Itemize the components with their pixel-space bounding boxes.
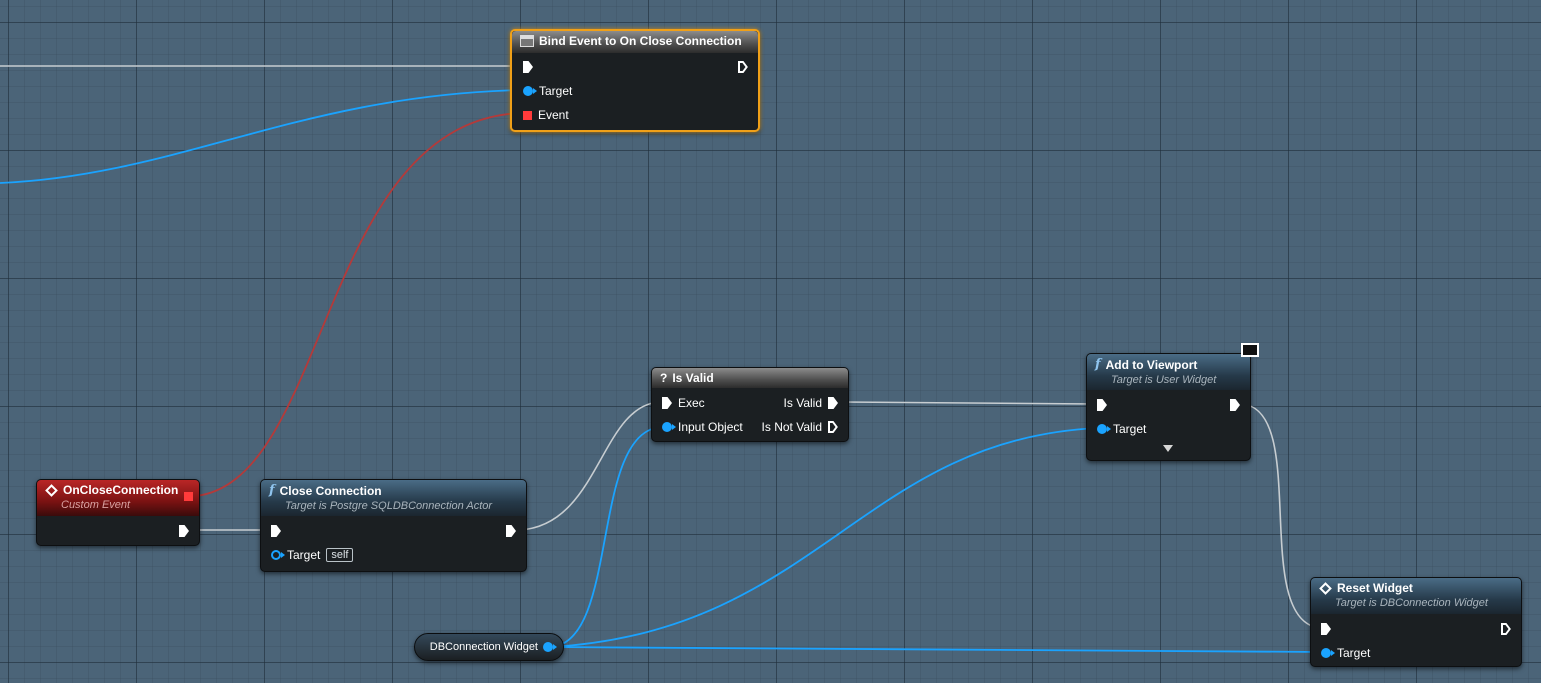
is-valid-exec-out-not-valid[interactable]: Is Not Valid — [762, 420, 838, 434]
reset-widget-exec-in[interactable] — [1321, 623, 1331, 635]
object-wire-in-bind-target — [0, 89, 523, 184]
pin-label: Target — [287, 548, 321, 562]
add-to-viewport-node[interactable]: f Add to Viewport Target is User Widget T… — [1086, 353, 1251, 461]
pin-label: Is Valid — [783, 396, 822, 410]
on-close-connection-header[interactable]: OnCloseConnection Custom Event — [37, 480, 199, 516]
close-connection-header[interactable]: f Close Connection Target is Postgre SQLD… — [261, 480, 526, 516]
reset-widget-header[interactable]: Reset Widget Target is DBConnection Widg… — [1311, 578, 1521, 614]
node-title: Add to Viewport — [1105, 357, 1198, 372]
exec-wire-isvalid-to-viewport — [841, 401, 1097, 405]
bind-event-event-pin[interactable]: Event — [523, 108, 569, 122]
event-icon — [1319, 581, 1332, 595]
pin-label: Input Object — [678, 420, 743, 434]
exec-pin-icon — [1097, 399, 1107, 411]
is-valid-exec-out-valid[interactable]: Is Valid — [784, 396, 838, 410]
delegate-wire — [195, 112, 523, 497]
monitor-icon — [1241, 343, 1259, 357]
is-valid-exec-in[interactable]: Exec — [662, 396, 705, 410]
add-to-viewport-header[interactable]: f Add to Viewport Target is User Widget — [1087, 354, 1250, 390]
bind-event-exec-out[interactable] — [738, 61, 748, 73]
on-close-connection-exec-out[interactable] — [179, 525, 189, 537]
object-pin-icon[interactable] — [543, 642, 557, 652]
target-self-default[interactable]: self — [326, 548, 354, 562]
table-icon — [520, 35, 534, 47]
pin-label: Is Not Valid — [761, 420, 822, 434]
question-icon: ? — [660, 371, 668, 385]
node-subtitle: Target is User Widget — [1111, 374, 1217, 386]
object-pin-icon — [1321, 648, 1335, 658]
node-title: OnCloseConnection — [63, 483, 179, 497]
close-connection-node[interactable]: f Close Connection Target is Postgre SQLD… — [260, 479, 527, 572]
add-to-viewport-target-pin[interactable]: Target — [1097, 422, 1146, 436]
delegate-pin-icon — [523, 110, 532, 120]
exec-wire-close-to-isvalid — [519, 401, 661, 531]
exec-pin-icon — [179, 525, 189, 537]
function-icon: f — [1095, 357, 1101, 372]
is-valid-input-object-pin[interactable]: Input Object — [662, 420, 743, 434]
node-subtitle: Custom Event — [61, 499, 131, 511]
on-close-connection-node[interactable]: OnCloseConnection Custom Event — [36, 479, 200, 546]
is-valid-header[interactable]: ? Is Valid — [652, 368, 848, 388]
reset-widget-exec-out[interactable] — [1501, 623, 1511, 635]
bind-event-node[interactable]: Bind Event to On Close Connection Target… — [510, 29, 760, 132]
exec-pin-icon — [1230, 399, 1240, 411]
delegate-pin-icon — [184, 492, 193, 501]
exec-wire-viewport-to-reset — [1241, 403, 1321, 629]
expand-arrow-icon[interactable] — [1163, 445, 1173, 452]
close-connection-target-pin[interactable]: Target self — [271, 548, 354, 562]
node-title: Is Valid — [672, 371, 714, 385]
db-connection-widget-variable[interactable]: DBConnection Widget — [414, 633, 564, 661]
exec-pin-icon — [506, 525, 516, 537]
object-wire-widget-to-isvalid — [551, 426, 663, 648]
pin-label: Target — [1113, 422, 1147, 436]
on-close-connection-delegate-pin[interactable] — [184, 492, 193, 501]
pin-label: Exec — [678, 396, 705, 410]
event-icon — [45, 483, 58, 497]
close-connection-exec-out[interactable] — [506, 525, 516, 537]
close-connection-exec-in[interactable] — [271, 525, 281, 537]
reset-widget-target-pin[interactable]: Target — [1321, 646, 1370, 660]
object-wire-widget-to-viewport — [551, 427, 1099, 648]
pin-label: Target — [1337, 646, 1371, 660]
exec-pin-icon — [662, 397, 672, 409]
object-pin-hollow-icon — [271, 550, 285, 560]
bind-event-exec-in[interactable] — [523, 61, 533, 73]
function-icon: f — [269, 483, 275, 498]
node-title: Reset Widget — [1337, 581, 1413, 595]
node-subtitle: Target is DBConnection Widget — [1335, 597, 1488, 609]
is-valid-node[interactable]: ? Is Valid Exec Input Object Is Valid Is … — [651, 367, 849, 442]
exec-pin-icon — [1321, 623, 1331, 635]
object-pin-icon — [1097, 424, 1111, 434]
pin-label: Event — [538, 108, 569, 122]
object-pin-icon — [523, 86, 537, 96]
add-to-viewport-exec-out[interactable] — [1230, 399, 1240, 411]
reset-widget-node[interactable]: Reset Widget Target is DBConnection Widg… — [1310, 577, 1522, 667]
exec-pin-icon — [828, 397, 838, 409]
node-subtitle: Target is Postgre SQLDBConnection Actor — [285, 500, 493, 512]
exec-pin-icon — [271, 525, 281, 537]
exec-pin-icon — [523, 61, 533, 73]
bind-event-title: Bind Event to On Close Connection — [539, 34, 742, 48]
exec-pin-hollow-icon — [828, 421, 838, 433]
variable-label: DBConnection Widget — [429, 641, 538, 653]
exec-pin-hollow-icon — [1501, 623, 1511, 635]
bind-event-target-pin[interactable]: Target — [523, 84, 572, 98]
node-title: Close Connection — [279, 483, 382, 498]
add-to-viewport-exec-in[interactable] — [1097, 399, 1107, 411]
pin-label: Target — [539, 84, 573, 98]
object-wire-widget-to-reset — [551, 646, 1323, 653]
object-pin-icon — [662, 422, 676, 432]
bind-event-header[interactable]: Bind Event to On Close Connection — [512, 31, 758, 53]
exec-pin-hollow-icon — [738, 61, 748, 73]
